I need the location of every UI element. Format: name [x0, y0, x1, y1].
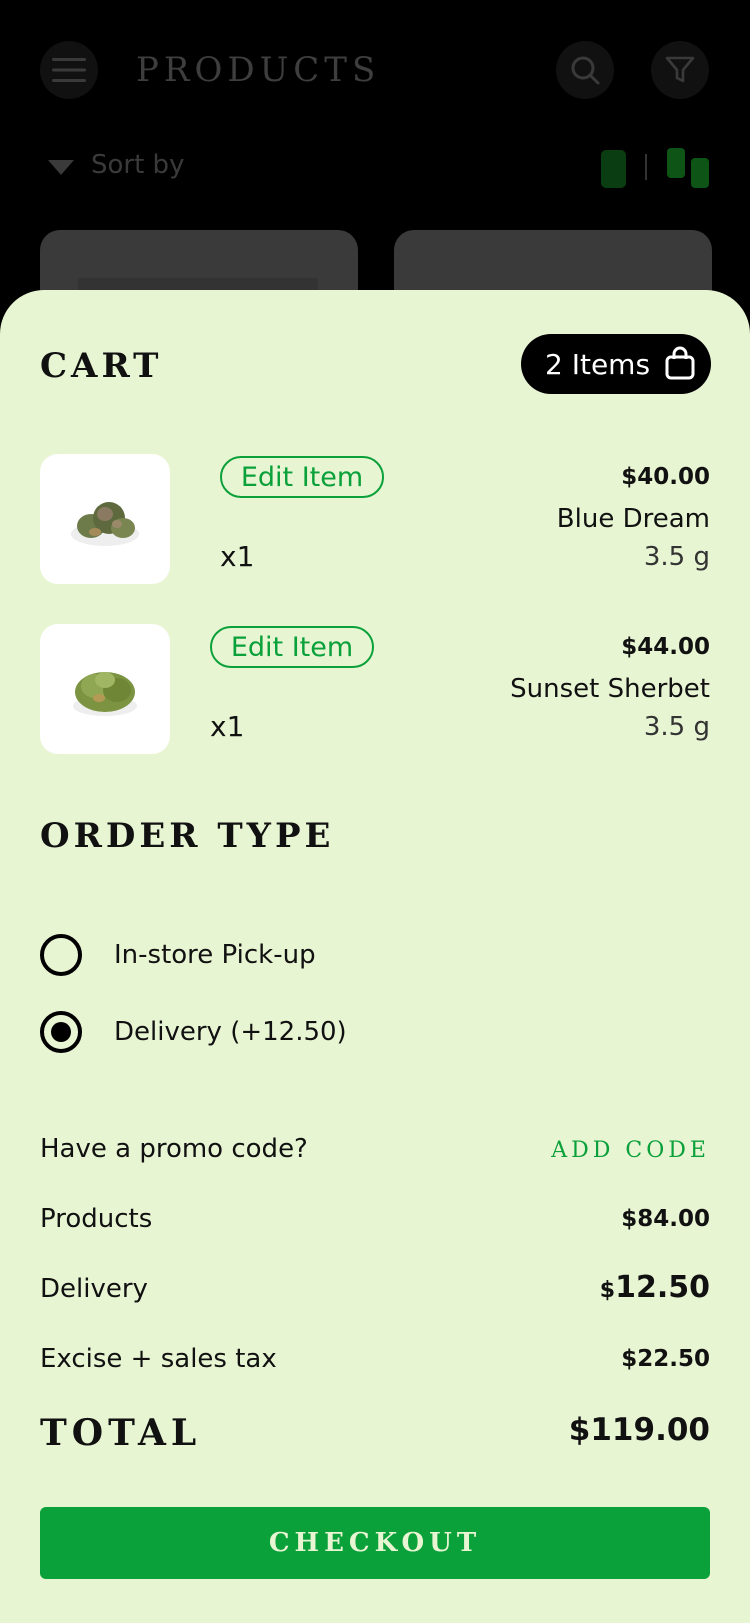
shopping-bag-icon — [665, 346, 695, 380]
products-value: $84.00 — [621, 1206, 710, 1232]
cannabis-bud-image — [71, 502, 139, 546]
cart-items-count: 2 Items — [545, 347, 651, 381]
order-type-title: ORDER TYPE — [40, 816, 335, 856]
radio-selected[interactable] — [40, 1011, 82, 1053]
page-title: PRODUCTS — [136, 50, 381, 90]
item-name: Blue Dream — [556, 504, 710, 534]
cart-sheet: CART 2 Items Edit Item x1 $40.00 Blue Dr… — [0, 290, 750, 1623]
filter-icon — [665, 56, 695, 83]
item-price: $44.00 — [621, 634, 710, 660]
delivery-amount: 12.50 — [615, 1270, 710, 1305]
edit-item-button[interactable]: Edit Item — [210, 626, 374, 668]
grid-view-icon-bar — [667, 148, 685, 178]
list-view-toggle[interactable] — [601, 150, 626, 188]
products-row: Products $84.00 — [40, 1204, 710, 1244]
edit-item-button[interactable]: Edit Item — [220, 456, 384, 498]
item-weight: 3.5 g — [643, 712, 710, 742]
delivery-value: $12.50 — [600, 1270, 710, 1305]
order-option-delivery[interactable]: Delivery (+12.50) — [40, 1007, 710, 1057]
order-option-pickup[interactable]: In-store Pick-up — [40, 930, 710, 980]
item-weight: 3.5 g — [643, 542, 710, 572]
top-bar: PRODUCTS — [0, 0, 750, 140]
item-name: Sunset Sherbet — [510, 674, 710, 704]
cart-items-badge[interactable]: 2 Items — [521, 334, 711, 394]
product-thumbnail — [40, 624, 170, 754]
item-quantity: x1 — [220, 540, 255, 573]
cart-item: Edit Item x1 $44.00 Sunset Sherbet 3.5 g — [0, 624, 750, 756]
grid-view-toggle[interactable] — [665, 148, 711, 190]
checkout-button[interactable]: CHECKOUT — [40, 1507, 710, 1579]
hamburger-menu-icon — [52, 58, 86, 82]
sort-row[interactable]: Sort by — [0, 140, 750, 200]
order-option-label: Delivery (+12.50) — [114, 1017, 347, 1047]
delivery-row: Delivery $12.50 — [40, 1270, 710, 1314]
product-thumbnail — [40, 454, 170, 584]
radio-dot — [51, 1022, 71, 1042]
cannabis-bud-image — [73, 672, 137, 716]
sort-label: Sort by — [91, 150, 185, 180]
order-option-label: In-store Pick-up — [114, 940, 316, 970]
promo-label: Have a promo code? — [40, 1134, 308, 1164]
item-price: $40.00 — [621, 464, 710, 490]
cart-item: Edit Item x1 $40.00 Blue Dream 3.5 g — [0, 454, 750, 586]
products-label: Products — [40, 1204, 153, 1234]
promo-row: Have a promo code? ADD CODE — [40, 1134, 710, 1174]
tax-value: $22.50 — [621, 1346, 710, 1372]
delivery-label: Delivery — [40, 1274, 148, 1304]
tax-row: Excise + sales tax $22.50 — [40, 1344, 710, 1384]
total-value: $119.00 — [568, 1412, 710, 1448]
tax-label: Excise + sales tax — [40, 1344, 277, 1374]
delivery-currency: $ — [599, 1278, 616, 1303]
item-quantity: x1 — [210, 710, 245, 743]
menu-button[interactable] — [40, 41, 98, 99]
view-divider — [645, 154, 647, 180]
sort-dropdown-icon — [48, 160, 74, 175]
search-icon — [571, 56, 600, 85]
radio-unselected[interactable] — [40, 934, 82, 976]
cart-title: CART — [40, 346, 163, 386]
total-label: TOTAL — [40, 1412, 202, 1454]
grid-view-icon-bar — [691, 158, 709, 188]
search-button[interactable] — [556, 41, 614, 99]
add-code-button[interactable]: ADD CODE — [551, 1138, 710, 1163]
filter-button[interactable] — [651, 41, 709, 99]
